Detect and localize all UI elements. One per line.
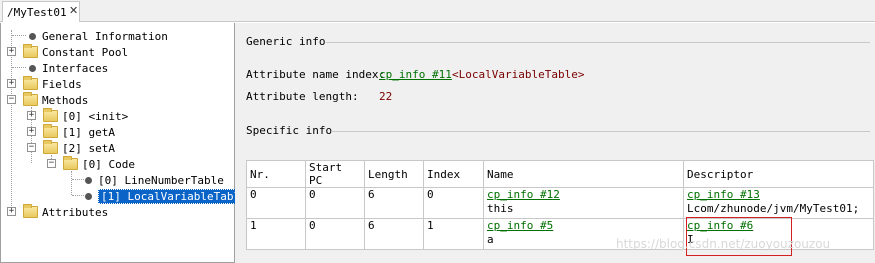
attribute-dot-icon [29,32,36,40]
expand-plus-icon[interactable]: + [7,207,16,216]
attribute-name-index-link[interactable]: cp_info #11 [379,68,452,81]
folder-icon [23,44,38,58]
cell-length: 6 [364,187,424,219]
watermark-text: https://blog.csdn.net/zuoyouzouzou [616,237,831,251]
class-structure-tree: General Information + Constant Pool Inte… [0,23,250,263]
tree-item-label: Fields [42,77,82,91]
tree-item-label: [2] setA [62,141,115,155]
folder-icon [43,124,58,138]
expand-plus-icon[interactable]: + [27,111,36,120]
tree-item-label: [0] <init> [62,109,129,123]
cell-descriptor: cp_info #13 Lcom/zhunode/jvm/MyTest01; [683,187,874,219]
folder-open-icon [43,140,58,154]
tree-item-label: Methods [42,93,89,107]
close-icon[interactable]: ✕ [69,4,78,17]
table-header-row: Nr. Start PC Length Index Name Descripto… [246,160,874,188]
specific-info-title: Specific info [246,124,333,137]
folder-icon [23,204,38,218]
cell-start-pc: 0 [305,187,365,219]
folder-icon [43,108,58,122]
collapse-minus-icon[interactable]: − [7,95,16,104]
folder-open-icon [23,92,38,106]
column-header-start-pc[interactable]: Start PC [305,160,365,188]
tree-item-method-seta[interactable]: [2] setA [43,140,115,156]
cell-length: 6 [364,218,424,250]
cell-nr: 0 [246,187,306,219]
cell-name: cp_info #12 this [483,187,684,219]
cell-index: 1 [423,218,484,250]
expand-plus-icon[interactable]: + [7,47,16,56]
expand-plus-icon[interactable]: + [7,79,16,88]
tree-item-methods[interactable]: Methods [23,92,88,108]
tree-item-attributes[interactable]: Attributes [23,204,108,220]
tree-item-label: Attributes [42,205,109,219]
section-divider [326,42,870,43]
folder-icon [23,76,38,90]
tree-connector [12,35,26,36]
attribute-length-label: Attribute length: [246,90,359,103]
folder-open-icon [63,156,78,170]
generic-info-title: Generic info [246,35,326,48]
descriptor-cp-info-link[interactable]: cp_info #13 [687,188,870,202]
tree-item-fields[interactable]: Fields [23,76,82,92]
column-header-length[interactable]: Length [364,160,424,188]
cell-index: 0 [423,187,484,219]
name-cp-info-link[interactable]: cp_info #5 [487,219,680,233]
name-cp-info-link[interactable]: cp_info #12 [487,188,680,202]
tree-item-label: Constant Pool [42,45,129,59]
column-header-index[interactable]: Index [423,160,484,188]
column-header-name[interactable]: Name [483,160,684,188]
tree-item-general-information[interactable]: General Information [27,28,168,44]
tree-item-method-init[interactable]: [0] <init> [43,108,128,124]
section-divider [331,131,870,132]
tree-item-label: [0] Code [82,157,135,171]
attribute-name-value: <LocalVariableTable> [452,68,585,81]
table-row[interactable]: 0 0 6 0 cp_info #12 this cp_info #13 Lco… [246,187,874,219]
tree-item-label: General Information [42,29,168,43]
tree-item-label: [1] getA [62,125,115,139]
tab-mytest01[interactable]: /MyTest01 ✕ [2,1,80,22]
tree-item-constant-pool[interactable]: Constant Pool [23,44,128,60]
attribute-name-index-label: Attribute name index: [246,68,386,81]
tree-connector [12,67,26,68]
tab-bar: /MyTest01 ✕ [0,0,875,22]
collapse-minus-icon[interactable]: − [27,143,36,152]
name-value: this [487,202,514,215]
tree-item-line-number-table[interactable]: [0] LineNumberTable [83,172,224,188]
cell-nr: 1 [246,218,306,250]
expand-plus-icon[interactable]: + [27,127,36,136]
cell-start-pc: 0 [305,218,365,250]
descriptor-value: Lcom/zhunode/jvm/MyTest01; [687,202,860,215]
attribute-dot-icon [85,192,92,200]
column-header-nr[interactable]: Nr. [246,160,306,188]
attribute-dot-icon [29,64,36,72]
attribute-dot-icon [85,176,92,184]
tree-item-code[interactable]: [0] Code [63,156,135,172]
tab-title: /MyTest01 [7,5,67,19]
tree-item-interfaces[interactable]: Interfaces [27,60,108,76]
collapse-minus-icon[interactable]: − [47,159,56,168]
tree-item-label: [0] LineNumberTable [98,173,224,187]
tree-item-label: Interfaces [42,61,109,75]
tree-item-method-geta[interactable]: [1] getA [43,124,115,140]
tree-item-label-selected: [1] LocalVariableTable [98,188,250,204]
tree-connector [11,30,12,212]
tree-connector [71,171,72,195]
column-header-descriptor[interactable]: Descriptor [683,160,874,188]
attribute-length-value: 22 [379,90,393,103]
tree-item-local-variable-table[interactable]: [1] LocalVariableTable [83,188,250,204]
